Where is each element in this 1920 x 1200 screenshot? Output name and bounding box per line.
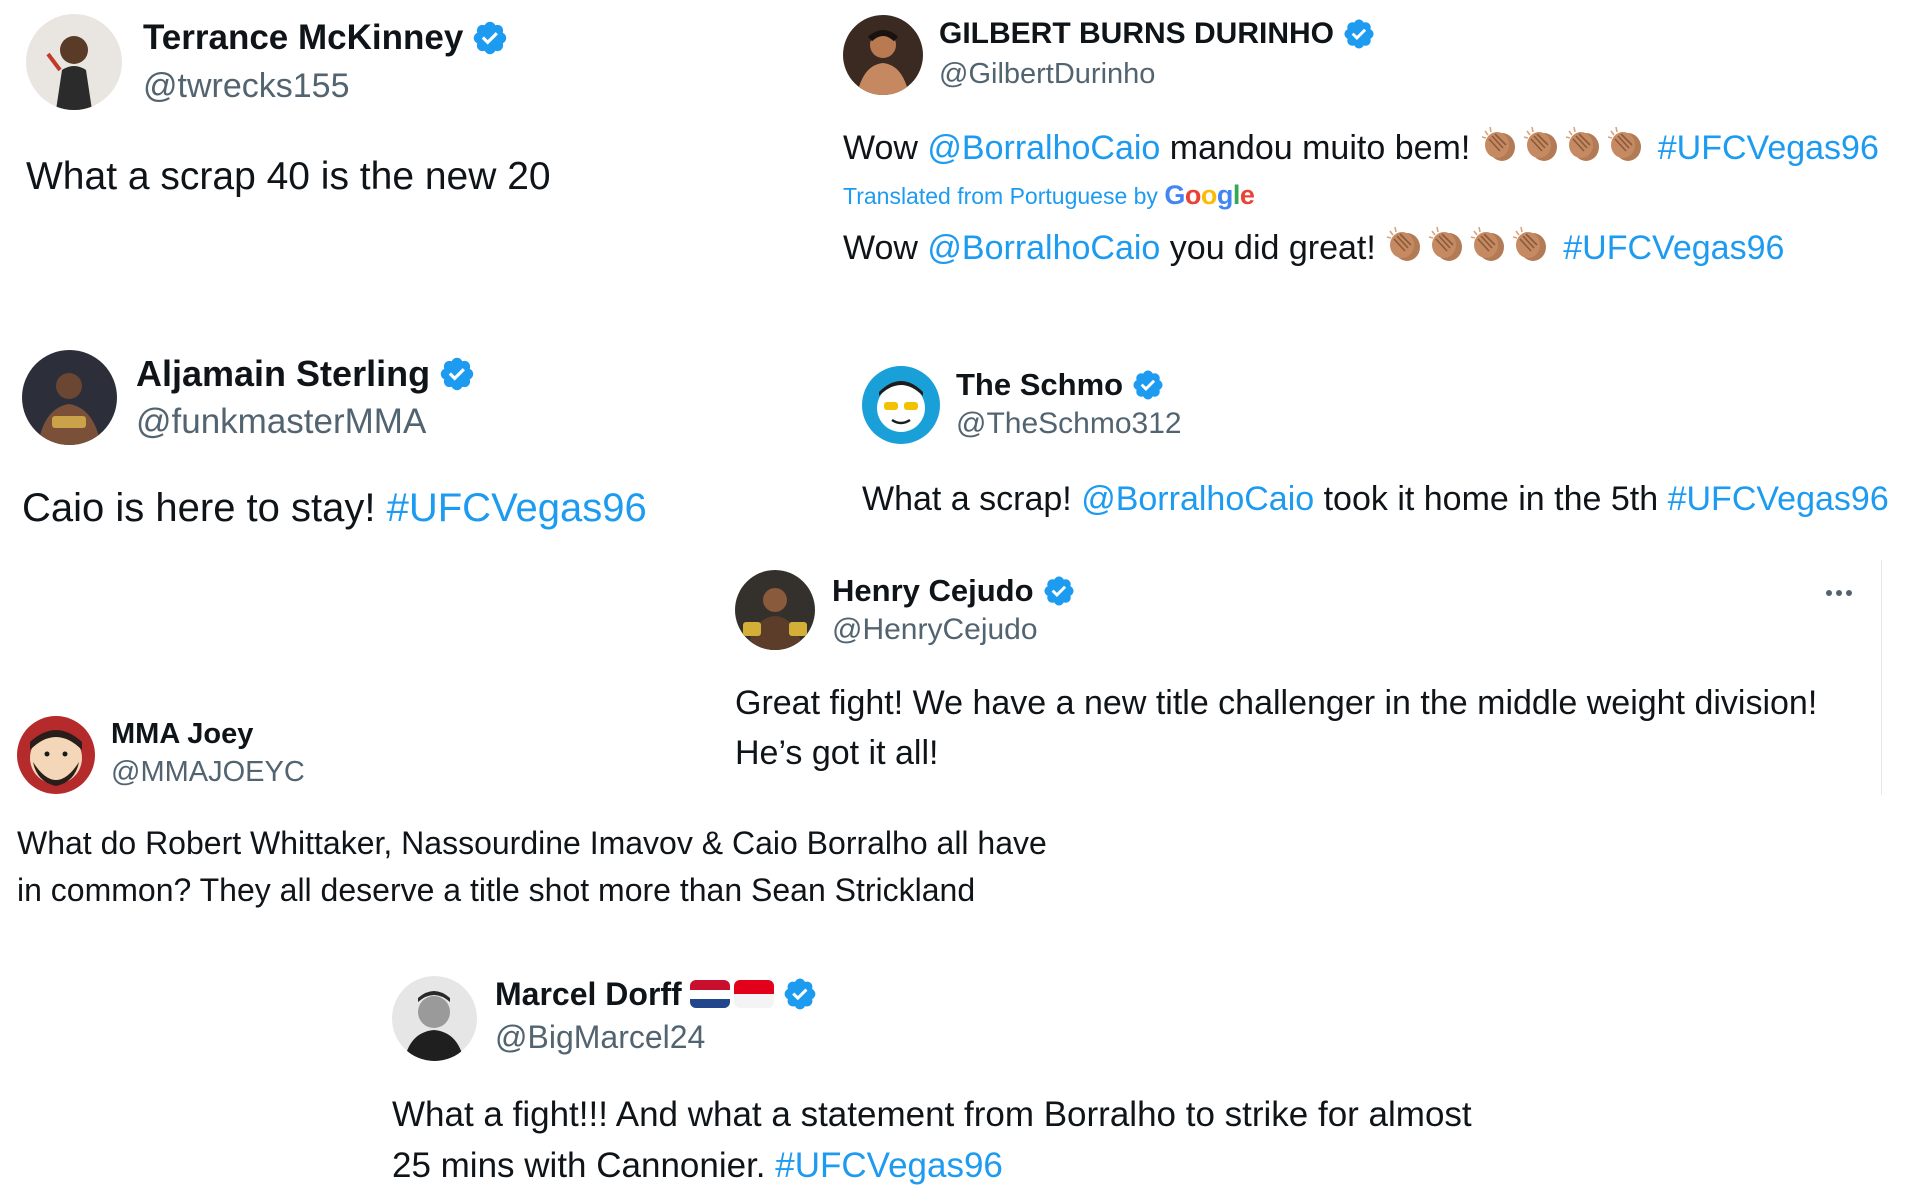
text-middle: took it home in the 5th (1314, 480, 1668, 518)
translation-note[interactable]: Translated from Portuguese by Google (843, 180, 1255, 211)
verified-badge-icon (782, 976, 818, 1012)
avatar[interactable] (392, 976, 477, 1061)
translation-label: Translated from Portuguese by (843, 183, 1165, 209)
text-prefix: What a scrap! (862, 480, 1082, 518)
hashtag-link[interactable]: #UFCVegas96 (1563, 229, 1784, 267)
mention-link[interactable]: @BorralhoCaio (927, 129, 1160, 167)
display-name[interactable]: The Schmo (956, 367, 1123, 403)
hashtag-link[interactable]: #UFCVegas96 (387, 486, 647, 530)
display-name[interactable]: GILBERT BURNS DURINHO (939, 17, 1334, 51)
username[interactable]: @HenryCejudo (832, 613, 1038, 647)
hashtag-link[interactable]: #UFCVegas96 (775, 1146, 1003, 1185)
avatar[interactable] (26, 14, 122, 110)
username[interactable]: @BigMarcel24 (495, 1019, 705, 1056)
text-middle: mandou muito bem! (1160, 129, 1480, 167)
verified-badge-icon (1042, 574, 1076, 608)
clap-icon (1522, 125, 1562, 165)
text-line: What do Robert Whittaker, Nassourdine Im… (17, 825, 1047, 861)
hashtag-link[interactable]: #UFCVegas96 (1658, 129, 1879, 167)
clap-icon (1511, 225, 1551, 265)
name-row: Aljamain Sterling (136, 352, 476, 396)
card-border (1880, 560, 1882, 795)
name-row: The Schmo (956, 366, 1165, 404)
username[interactable]: @MMAJOEYC (111, 756, 305, 789)
verified-badge-icon (1342, 17, 1376, 51)
text-body: Caio is here to stay! (22, 486, 387, 530)
mention-link[interactable]: @BorralhoCaio (927, 229, 1160, 267)
tweet-text-translated: Wow @BorralhoCaio you did great! #UFCVeg… (843, 225, 1784, 271)
name-row: Henry Cejudo (832, 572, 1076, 610)
tweet-text: Great fight! We have a new title challen… (735, 682, 1817, 775)
more-icon[interactable] (1826, 590, 1852, 596)
username[interactable]: @GilbertDurinho (939, 58, 1155, 91)
indonesia-flag-icon (733, 980, 774, 1008)
text-line: in common? They all deserve a title shot… (17, 871, 976, 908)
name-row: Marcel Dorff (495, 974, 818, 1014)
text-line: Great fight! We have a new title challen… (735, 684, 1818, 722)
tweet-text: What a scrap 40 is the new 20 (26, 155, 551, 198)
avatar[interactable] (17, 716, 95, 794)
hashtag-link[interactable]: #UFCVegas96 (1668, 480, 1889, 518)
name-row: Terrance McKinney (143, 17, 509, 59)
avatar[interactable] (843, 15, 923, 95)
tweet-text: Caio is here to stay! #UFCVegas96 (22, 483, 647, 534)
text-prefix: Wow (843, 129, 928, 167)
text-middle: you did great! (1160, 229, 1386, 267)
verified-badge-icon (471, 19, 509, 57)
clap-icon (1469, 225, 1509, 265)
verified-badge-icon (1131, 368, 1165, 402)
avatar[interactable] (22, 350, 117, 445)
text-line-2: 25 mins with Cannonier. #UFCVegas96 (392, 1144, 1472, 1189)
text-line: He’s got it all! (735, 733, 939, 772)
username[interactable]: @twrecks155 (143, 67, 349, 106)
display-name[interactable]: Aljamain Sterling (136, 353, 430, 395)
clap-icon (1427, 225, 1467, 265)
clap-icon (1564, 125, 1604, 165)
display-name[interactable]: MMA Joey (111, 718, 253, 751)
text-line: 25 mins with Cannonier. (392, 1145, 776, 1185)
name-row: GILBERT BURNS DURINHO (939, 16, 1376, 52)
display-name[interactable]: Henry Cejudo (832, 573, 1034, 609)
tweet-text-original: Wow @BorralhoCaio mandou muito bem! #UFC… (843, 125, 1879, 171)
text-prefix: Wow (843, 229, 928, 267)
clap-icon (1385, 225, 1425, 265)
verified-badge-icon (438, 355, 476, 393)
name-row: MMA Joey (111, 716, 253, 752)
clap-icon (1480, 125, 1520, 165)
tweet-text: What a scrap! @BorralhoCaio took it home… (862, 478, 1889, 522)
netherlands-flag-icon (689, 980, 730, 1008)
display-name[interactable]: Terrance McKinney (143, 18, 463, 58)
mention-link[interactable]: @BorralhoCaio (1081, 480, 1314, 518)
tweet-text: What do Robert Whittaker, Nassourdine Im… (17, 823, 1047, 911)
username[interactable]: @funkmasterMMA (136, 402, 426, 442)
username[interactable]: @TheSchmo312 (956, 407, 1182, 441)
google-logo: Google (1164, 180, 1255, 210)
avatar[interactable] (862, 366, 940, 444)
clap-icon (1606, 125, 1646, 165)
display-name[interactable]: Marcel Dorff (495, 976, 682, 1013)
text-line: What a fight!!! And what a statement fro… (392, 1095, 1472, 1134)
avatar[interactable] (735, 570, 815, 650)
tweet-text: What a fight!!! And what a statement fro… (392, 1093, 1472, 1189)
